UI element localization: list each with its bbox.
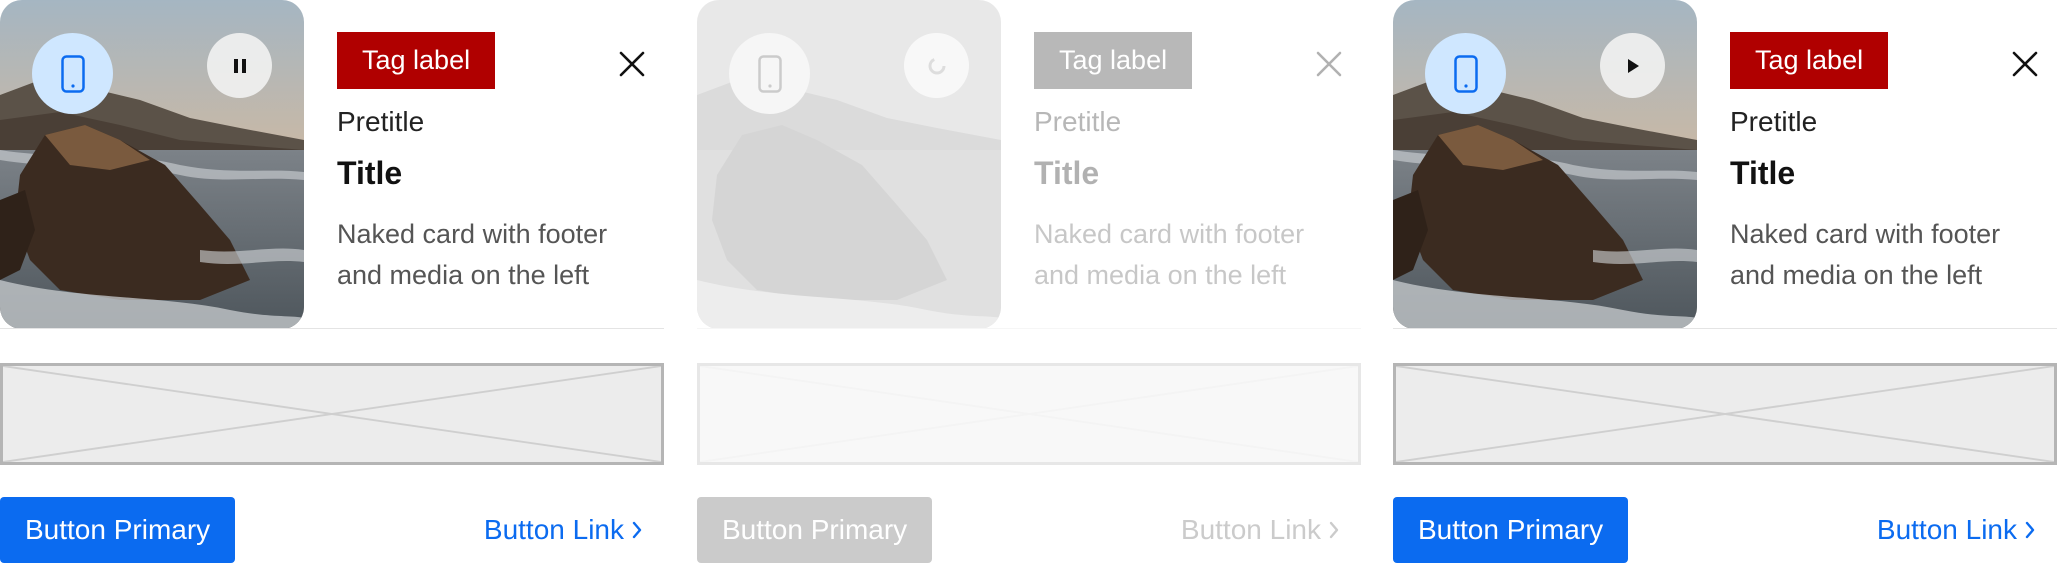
- media-card-3: Tag label Pretitle Title Naked card with…: [1393, 0, 2057, 563]
- close-icon: [619, 51, 645, 77]
- device-toggle-button: [729, 33, 810, 114]
- card-description: Naked card with footer and media on the …: [337, 219, 608, 290]
- card-title: Title: [1034, 155, 1100, 191]
- device-toggle-button[interactable]: [1425, 33, 1506, 114]
- device-toggle-button[interactable]: [32, 33, 113, 114]
- placeholder-slot: [697, 363, 1361, 465]
- media-card-1: Tag label Pretitle Title Naked card with…: [0, 0, 664, 563]
- loading-spinner-icon: [928, 57, 945, 74]
- placeholder-slot: [1393, 363, 2057, 465]
- loading-button: [904, 33, 969, 98]
- close-button[interactable]: [614, 46, 650, 82]
- button-link[interactable]: Button Link: [1877, 497, 2035, 563]
- button-primary[interactable]: Button Primary: [1393, 497, 1629, 563]
- card-media-image[interactable]: [0, 0, 304, 329]
- card-media-image[interactable]: [1393, 0, 1697, 329]
- chevron-right-icon: [1329, 521, 1339, 539]
- close-button: [1311, 46, 1347, 82]
- card-divider: [0, 328, 664, 329]
- button-link-label: Button Link: [483, 514, 624, 545]
- card-pretitle: Pretitle: [1034, 106, 1122, 137]
- card-title: Title: [337, 155, 403, 191]
- card-pretitle: Pretitle: [337, 106, 425, 137]
- placeholder-slot: [0, 363, 664, 465]
- media-card-2: Tag label Pretitle Title Naked card with…: [697, 0, 1361, 563]
- tag-label: Tag label: [1034, 32, 1193, 89]
- tag-label: Tag label: [1730, 32, 1889, 89]
- mobile-phone-icon: [1453, 54, 1478, 93]
- close-button[interactable]: [2007, 46, 2043, 82]
- placeholder-cross-icon: [700, 366, 1358, 462]
- close-icon: [2012, 51, 2038, 77]
- pause-icon: [233, 58, 246, 73]
- mobile-phone-icon: [60, 54, 85, 93]
- placeholder-cross-icon: [3, 366, 661, 462]
- close-icon: [1316, 51, 1342, 77]
- button-link-label: Button Link: [1180, 514, 1321, 545]
- button-link[interactable]: Button Link: [484, 497, 642, 563]
- card-pretitle: Pretitle: [1730, 106, 1818, 137]
- card-divider: [697, 328, 1361, 329]
- card-description: Naked card with footer and media on the …: [1730, 219, 2001, 290]
- chevron-right-icon: [2025, 521, 2035, 539]
- button-primary: Button Primary: [697, 497, 933, 563]
- play-button[interactable]: [1600, 33, 1665, 98]
- mobile-phone-icon: [757, 54, 782, 93]
- chevron-right-icon: [632, 521, 642, 539]
- play-icon: [1627, 58, 1639, 73]
- card-divider: [1393, 328, 2057, 329]
- card-title: Title: [1730, 155, 1796, 191]
- pause-button[interactable]: [207, 33, 272, 98]
- button-link: Button Link: [1181, 497, 1339, 563]
- button-link-label: Button Link: [1876, 514, 2017, 545]
- card-media-image: [697, 0, 1001, 329]
- card-description: Naked card with footer and media on the …: [1034, 219, 1305, 290]
- button-primary[interactable]: Button Primary: [0, 497, 236, 563]
- tag-label: Tag label: [337, 32, 496, 89]
- placeholder-cross-icon: [1396, 366, 2054, 462]
